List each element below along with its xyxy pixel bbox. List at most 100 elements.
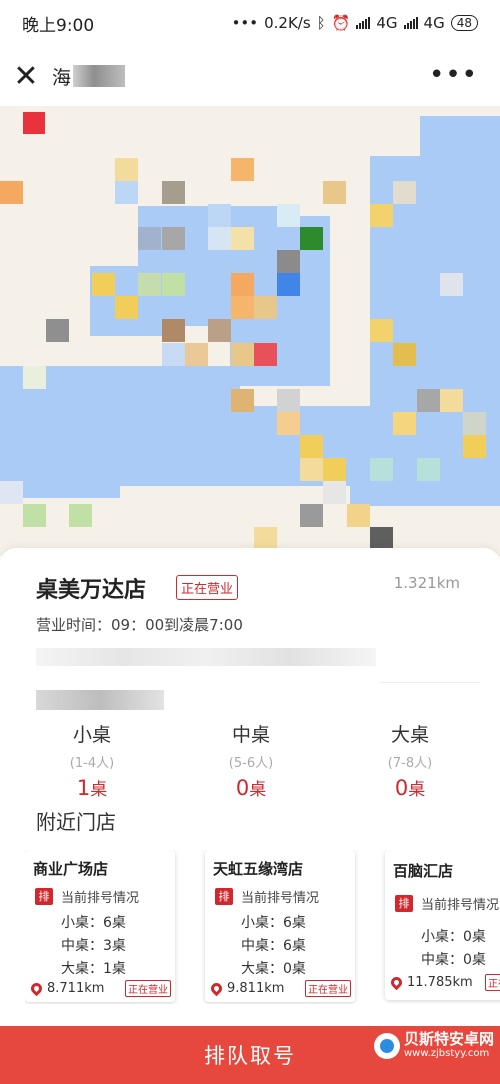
card-footer: 11.785km 正在营业 [388, 974, 500, 991]
map-tile [370, 458, 393, 481]
map-tile [162, 319, 185, 342]
map-tile [254, 296, 277, 319]
status-time: 晚上9:00 [22, 15, 95, 36]
table-count-number: 0 [235, 776, 250, 800]
small-table-count: 小桌：6桌 [61, 915, 126, 931]
table-count: 0桌 [354, 775, 466, 800]
map-tile [463, 435, 486, 458]
table-name: 大桌 [390, 724, 429, 746]
table-count: 1桌 [36, 775, 148, 800]
map-tile [463, 412, 486, 435]
map-water [370, 156, 500, 416]
medium-table-count: 中桌：3桌 [61, 938, 126, 954]
map-tile [46, 319, 69, 342]
more-icon: ••• [428, 60, 478, 90]
watermark-logo-icon [373, 1032, 400, 1059]
close-icon: ✕ [13, 58, 39, 94]
signal-icon-2 [403, 17, 418, 29]
nearby-store-carousel[interactable]: 商业广场店 排 当前排号情况 小桌：6桌 中桌：3桌 大桌：1桌 8.711km… [25, 850, 500, 1004]
map-tile [277, 273, 300, 296]
map-tile [300, 458, 323, 481]
nearby-store-distance: 8.711km [47, 981, 105, 996]
map-tile [231, 158, 254, 181]
table-capacity: (7-8人) [387, 756, 433, 771]
network-speed: 0.2K/s [264, 14, 311, 32]
map-tile [185, 343, 208, 366]
status-badge: 正在营业 [125, 980, 171, 997]
map-tile [231, 227, 254, 250]
map-tile [347, 504, 370, 527]
large-table-count: 大桌：0桌 [241, 961, 306, 977]
queue-tag-icon: 排 [215, 888, 233, 905]
map-tile [138, 227, 161, 250]
map-tile [393, 181, 416, 204]
map-tile [208, 227, 231, 250]
map-tile [208, 319, 231, 342]
watermark-text: 贝斯特安卓网 www.zjbstyy.com [404, 1032, 494, 1059]
map-view[interactable] [0, 106, 500, 556]
map-tile [417, 458, 440, 481]
status-badge: 正在营业 [485, 974, 500, 991]
status-icons: ••• 0.2K/s ᛒ ⏰ 4G 4G 48 [232, 14, 478, 32]
map-tile [370, 527, 393, 550]
map-tile [115, 181, 138, 204]
watermark-url: www.zjbstyy.com [403, 1048, 490, 1059]
map-tile [115, 158, 138, 181]
table-medium: 中桌 (5-6人) 0桌 [195, 720, 307, 800]
small-table-count: 小桌：0桌 [421, 929, 486, 945]
map-tile [231, 273, 254, 296]
map-tile [162, 181, 185, 204]
map-tile [231, 343, 254, 366]
medium-table-count: 中桌：6桌 [241, 938, 306, 954]
address-mosaic [36, 648, 376, 666]
nearby-store-name: 天虹五缘湾店 [213, 860, 304, 878]
map-tile [23, 112, 45, 134]
nearby-stores-title: 附近门店 [36, 810, 116, 834]
nearby-store-name: 商业广场店 [33, 860, 109, 878]
map-tile [370, 319, 393, 342]
nearby-store-card[interactable]: 天虹五缘湾店 排 当前排号情况 小桌：6桌 中桌：6桌 大桌：0桌 9.811k… [205, 850, 355, 1002]
map-tile [323, 481, 346, 504]
nearby-store-distance: 11.785km [407, 975, 473, 990]
watermark-name: 贝斯特安卓网 [403, 1030, 494, 1048]
queue-tag-icon: 排 [35, 888, 53, 905]
table-count-unit: 桌 [90, 780, 108, 800]
table-availability: 小桌 (1-4人) 1桌 中桌 (5-6人) 0桌 大桌 (7-8人) 0桌 [36, 720, 466, 800]
queue-info-mosaic [36, 690, 164, 710]
map-tile [277, 204, 300, 227]
table-name: 中桌 [231, 724, 270, 746]
queue-status-label: 当前排号情况 [421, 898, 500, 913]
map-tile [115, 296, 138, 319]
nearby-store-card[interactable]: 商业广场店 排 当前排号情况 小桌：6桌 中桌：3桌 大桌：1桌 8.711km… [25, 850, 175, 1002]
table-name: 小桌 [72, 724, 111, 746]
close-button[interactable]: ✕ [0, 46, 52, 106]
map-water [420, 116, 500, 176]
map-tile [440, 389, 463, 412]
status-bar: 晚上9:00 ••• 0.2K/s ᛒ ⏰ 4G 4G 48 [0, 0, 500, 46]
table-capacity: (5-6人) [228, 756, 274, 771]
store-panel: 桌美万达店 正在营业 1.321km 营业时间：09：00到凌晨7:00 小桌 … [0, 548, 500, 1026]
map-tile [300, 504, 323, 527]
queue-status-label: 当前排号情况 [241, 891, 320, 906]
map-tile [277, 389, 300, 412]
map-tile [393, 412, 416, 435]
nearby-store-card[interactable]: 百脑汇店 排 当前排号情况 小桌：0桌 中桌：0桌 11.785km 正在营业 [385, 850, 500, 1000]
store-name: 桌美万达店 [36, 578, 147, 603]
table-count-unit: 桌 [408, 780, 426, 800]
map-tile [254, 343, 277, 366]
map-tile [370, 204, 393, 227]
table-capacity: (1-4人) [69, 756, 115, 771]
store-hours: 营业时间：09：00到凌晨7:00 [36, 616, 243, 634]
card-footer: 9.811km 正在营业 [208, 980, 351, 997]
more-button[interactable]: ••• [429, 60, 478, 90]
signal-icon [356, 17, 371, 29]
medium-table-count: 中桌：0桌 [421, 952, 486, 968]
map-tile [162, 343, 185, 366]
network-type-2: 4G [423, 14, 445, 32]
queue-tag-icon: 排 [395, 895, 413, 912]
map-tile [162, 227, 185, 250]
alarm-icon: ⏰ [331, 14, 351, 32]
table-count-unit: 桌 [249, 780, 267, 800]
table-count: 0桌 [195, 775, 307, 800]
map-tile [254, 527, 277, 550]
